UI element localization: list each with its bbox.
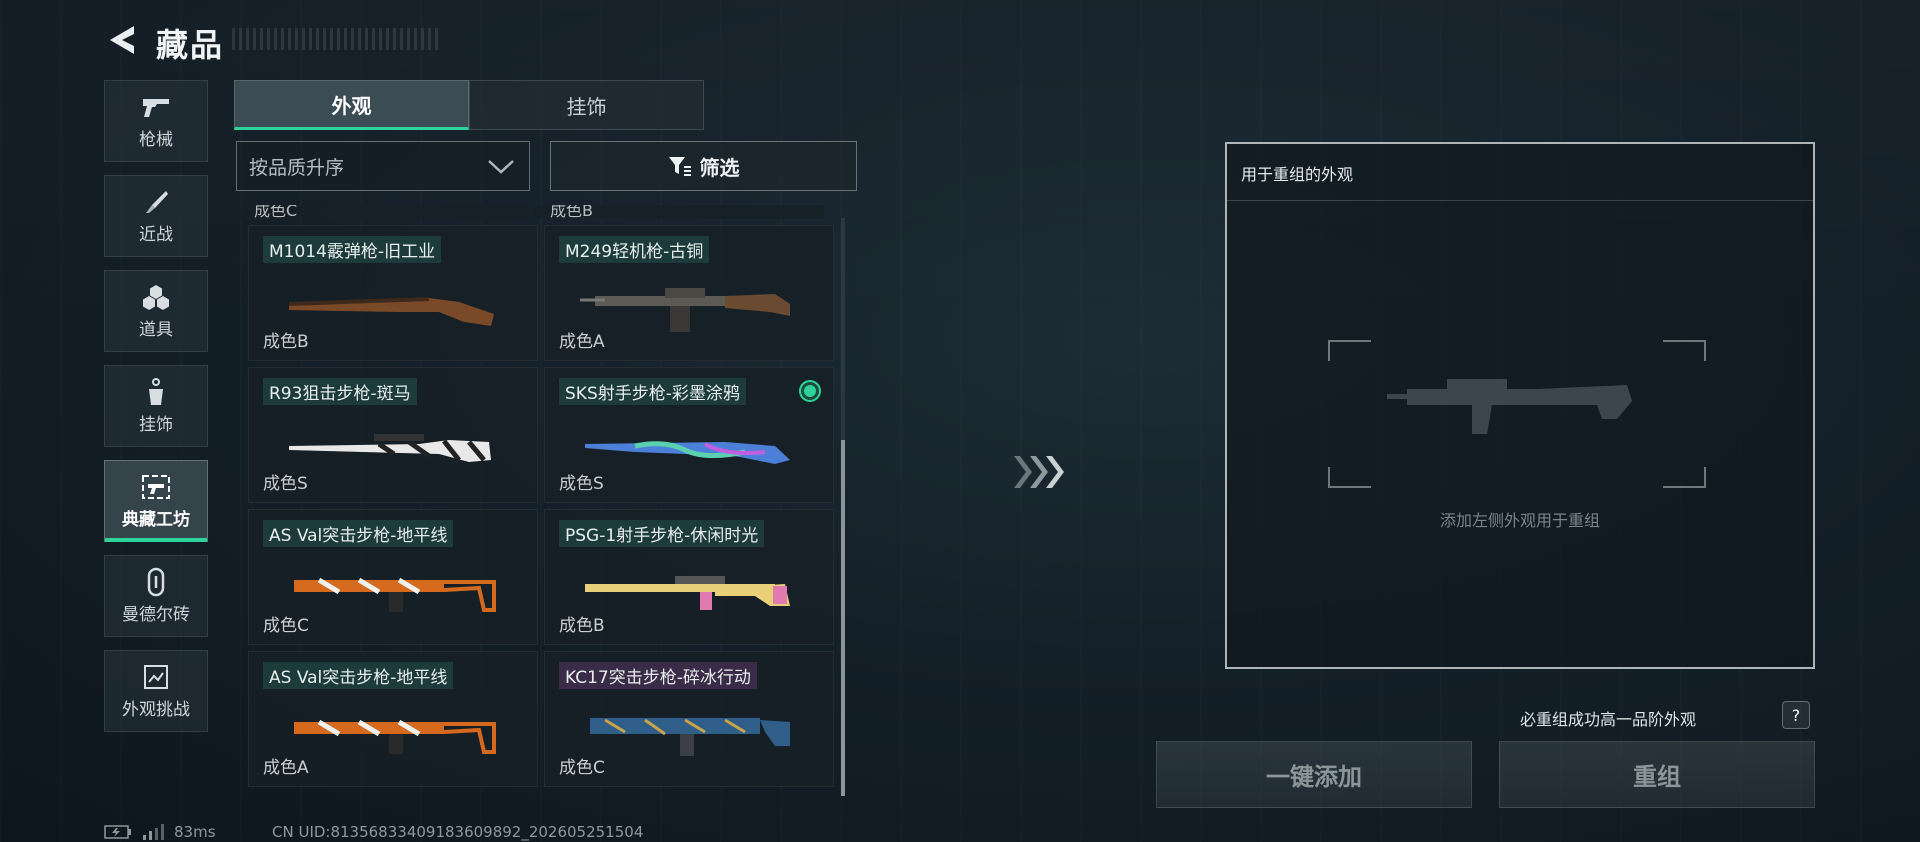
- add-all-button[interactable]: 一键添加: [1156, 741, 1472, 808]
- card-quality: 成色A: [263, 758, 309, 778]
- card-name: KC17突击步枪-碎冰行动: [559, 662, 757, 689]
- skin-card[interactable]: KC17突击步枪-碎冰行动 成色C: [544, 651, 834, 787]
- skin-grid: 成色C 成色B M1014霰弹枪-旧工业 成色B M249轻机枪-古铜 成色A …: [236, 205, 856, 805]
- card-name: R93狙击步枪-斑马: [263, 378, 417, 405]
- partial-card[interactable]: 成色B: [534, 205, 824, 220]
- card-quality: 成色B: [559, 616, 605, 636]
- latency: 83ms: [174, 823, 216, 841]
- sidebar-item-label: 外观挑战: [122, 699, 190, 720]
- sort-dropdown[interactable]: 按品质升序: [236, 141, 530, 191]
- knife-icon: [141, 188, 171, 216]
- machine-gun-image: [580, 288, 790, 332]
- status-bar: 83ms: [104, 823, 216, 841]
- cubes-icon: [141, 283, 171, 311]
- marksman-rifle-image: [585, 441, 790, 464]
- assault-rifle-image: [294, 719, 496, 754]
- skin-card[interactable]: M249轻机枪-古铜 成色A: [544, 225, 834, 361]
- card-name: AS Val突击步枪-地平线: [263, 520, 454, 547]
- battery-icon: [104, 825, 131, 839]
- chevron-down-icon: [488, 160, 514, 174]
- sidebar-item-firearms[interactable]: 枪械: [104, 80, 208, 162]
- recombine-note: 必重组成功高一品阶外观: [1520, 710, 1697, 729]
- card-quality: 成色B: [550, 205, 593, 220]
- tab-charms[interactable]: 挂饰: [469, 80, 704, 130]
- sidebar-item-label: 近战: [139, 224, 173, 245]
- page-title: 藏品: [156, 26, 225, 64]
- sidebar-item-label: 道具: [139, 319, 173, 340]
- sidebar-item-charms[interactable]: 挂饰: [104, 365, 208, 447]
- marksman-rifle-image: [585, 576, 790, 610]
- rifle-silhouette-icon: [1387, 379, 1632, 434]
- sort-label: 按品质升序: [249, 156, 345, 179]
- card-quality: 成色C: [254, 205, 298, 220]
- skin-card[interactable]: AS Val突击步枪-地平线 成色A: [248, 651, 538, 787]
- help-icon[interactable]: ?: [1782, 701, 1810, 729]
- challenge-icon: [141, 663, 171, 691]
- partial-card[interactable]: 成色C: [238, 205, 528, 220]
- card-name: M249轻机枪-古铜: [559, 236, 710, 263]
- scrollbar-thumb[interactable]: [841, 440, 845, 796]
- sidebar-item-items[interactable]: 道具: [104, 270, 208, 352]
- panel-header: 用于重组的外观: [1227, 144, 1813, 201]
- card-name: M1014霰弹枪-旧工业: [263, 236, 442, 263]
- assault-rifle-image: [294, 577, 496, 612]
- sidebar-item-melee[interactable]: 近战: [104, 175, 208, 257]
- skin-card[interactable]: R93狙击步枪-斑马 成色S: [248, 367, 538, 503]
- charm-icon: [141, 377, 171, 406]
- sidebar-item-label: 枪械: [139, 129, 173, 150]
- filter-icon: [668, 157, 691, 176]
- signal-icon: [143, 824, 164, 840]
- sidebar-item-mandel-brick[interactable]: 曼德尔砖: [104, 555, 208, 637]
- back-arrow-icon[interactable]: [104, 22, 140, 58]
- recombine-panel: 用于重组的外观: [1225, 142, 1815, 669]
- mandel-brick-icon: [141, 567, 171, 596]
- sidebar-item-label: 典藏工坊: [122, 509, 190, 530]
- skin-card[interactable]: PSG-1射手步枪-休闲时光 成色B: [544, 509, 834, 645]
- assault-rifle-image: [590, 718, 790, 756]
- card-quality: 成色S: [559, 474, 604, 494]
- sidebar-item-appearance-challenge[interactable]: 外观挑战: [104, 650, 208, 732]
- card-quality: 成色A: [559, 332, 605, 352]
- card-quality: 成色C: [559, 758, 605, 778]
- card-quality: 成色S: [263, 474, 308, 494]
- user-uid: CN UID:8135683340918360989​2_20260525150…: [272, 823, 644, 841]
- sidebar-item-label: 挂饰: [139, 414, 173, 435]
- card-name: SKS射手步枪-彩墨涂鸦: [559, 378, 746, 405]
- recombine-button[interactable]: 重组: [1499, 741, 1815, 808]
- pistol-icon: [141, 93, 171, 121]
- sidebar-item-label: 曼德尔砖: [122, 604, 190, 625]
- skin-card[interactable]: AS Val突击步枪-地平线 成色C: [248, 509, 538, 645]
- filter-label: 筛选: [699, 155, 740, 180]
- card-quality: 成色C: [263, 616, 309, 636]
- sidebar-item-workshop[interactable]: 典藏工坊: [104, 460, 208, 542]
- filter-button[interactable]: 筛选: [550, 141, 857, 191]
- tab-appearance[interactable]: 外观: [234, 80, 469, 130]
- empty-slot-hint: 添加左侧外观用于重组: [1439, 511, 1600, 530]
- skin-card[interactable]: M1014霰弹枪-旧工业 成色B: [248, 225, 538, 361]
- workshop-icon: [141, 473, 171, 501]
- card-name: PSG-1射手步枪-休闲时光: [559, 520, 765, 547]
- slot-frame[interactable]: [1327, 339, 1707, 489]
- title-decoration: [232, 28, 442, 50]
- sniper-rifle-image: [289, 434, 491, 462]
- skin-card[interactable]: SKS射手步枪-彩墨涂鸦 成色S: [544, 367, 834, 503]
- selected-indicator: [801, 382, 819, 400]
- forward-chevrons-icon: [1014, 456, 1064, 488]
- card-name: AS Val突击步枪-地平线: [263, 662, 454, 689]
- shotgun-image: [288, 297, 494, 326]
- panel-title: 用于重组的外观: [1241, 165, 1354, 184]
- card-quality: 成色B: [263, 332, 309, 352]
